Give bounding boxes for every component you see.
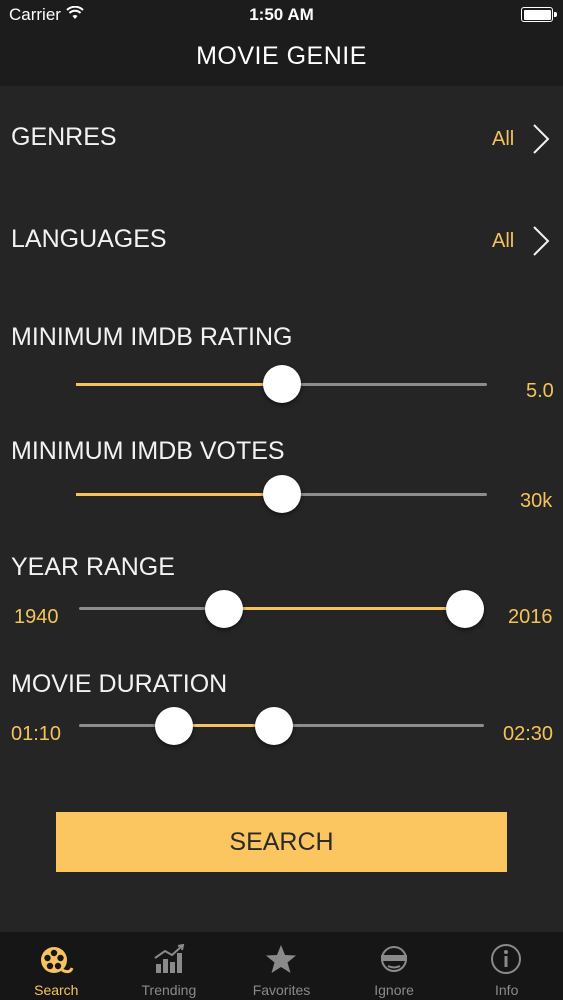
tab-label: Search bbox=[34, 982, 79, 998]
duration-label: MOVIE DURATION bbox=[11, 670, 228, 698]
tab-info[interactable]: Info bbox=[450, 932, 563, 1000]
chevron-right-icon[interactable] bbox=[532, 225, 550, 257]
rating-value: 5.0 bbox=[526, 380, 554, 402]
slider-fill bbox=[76, 383, 282, 386]
slider-thumb-min[interactable] bbox=[205, 590, 243, 628]
status-time: 1:50 AM bbox=[249, 5, 314, 24]
tab-label: Trending bbox=[141, 982, 197, 998]
battery-icon bbox=[521, 7, 557, 22]
slider-fill bbox=[76, 493, 282, 496]
year-range-label: YEAR RANGE bbox=[11, 553, 175, 581]
year-max-value: 2016 bbox=[508, 606, 553, 628]
slider-thumb-max[interactable] bbox=[255, 707, 293, 745]
star-icon bbox=[266, 945, 297, 973]
languages-label: LANGUAGES bbox=[11, 225, 167, 253]
chevron-right-icon[interactable] bbox=[532, 123, 550, 155]
status-bar: Carrier 1:50 AM bbox=[0, 0, 563, 30]
nav-bar: MOVIE GENIE bbox=[0, 30, 563, 86]
info-icon bbox=[491, 944, 522, 974]
film-reel-icon bbox=[41, 947, 74, 974]
languages-value: All bbox=[492, 230, 515, 252]
genres-value: All bbox=[492, 128, 515, 150]
duration-min-value: 01:10 bbox=[11, 723, 62, 745]
year-min-value: 1940 bbox=[14, 606, 59, 628]
slider-thumb[interactable] bbox=[263, 475, 301, 513]
tab-favorites[interactable]: Favorites bbox=[225, 932, 338, 1000]
votes-value: 30k bbox=[520, 490, 553, 512]
tab-label: Info bbox=[495, 982, 519, 998]
tab-search[interactable]: Search bbox=[0, 932, 113, 1000]
tab-label: Ignore bbox=[374, 982, 414, 998]
page-title: MOVIE GENIE bbox=[196, 42, 367, 70]
votes-label: MINIMUM IMDB VOTES bbox=[11, 437, 285, 465]
slider-fill bbox=[224, 607, 465, 610]
chart-icon bbox=[154, 943, 184, 973]
slider-thumb-min[interactable] bbox=[155, 707, 193, 745]
slider-thumb[interactable] bbox=[263, 365, 301, 403]
tab-trending[interactable]: Trending bbox=[113, 932, 226, 1000]
slider-thumb-max[interactable] bbox=[446, 590, 484, 628]
duration-max-value: 02:30 bbox=[503, 723, 554, 745]
genres-label: GENRES bbox=[11, 123, 117, 151]
search-button[interactable]: SEARCH bbox=[56, 812, 507, 872]
tab-label: Favorites bbox=[252, 982, 311, 998]
tab-ignore[interactable]: Ignore bbox=[338, 932, 451, 1000]
rating-label: MINIMUM IMDB RATING bbox=[11, 323, 293, 351]
blindfold-icon bbox=[380, 946, 407, 972]
tab-bar: Search Trending Favorites Ignore Info bbox=[0, 932, 563, 1000]
